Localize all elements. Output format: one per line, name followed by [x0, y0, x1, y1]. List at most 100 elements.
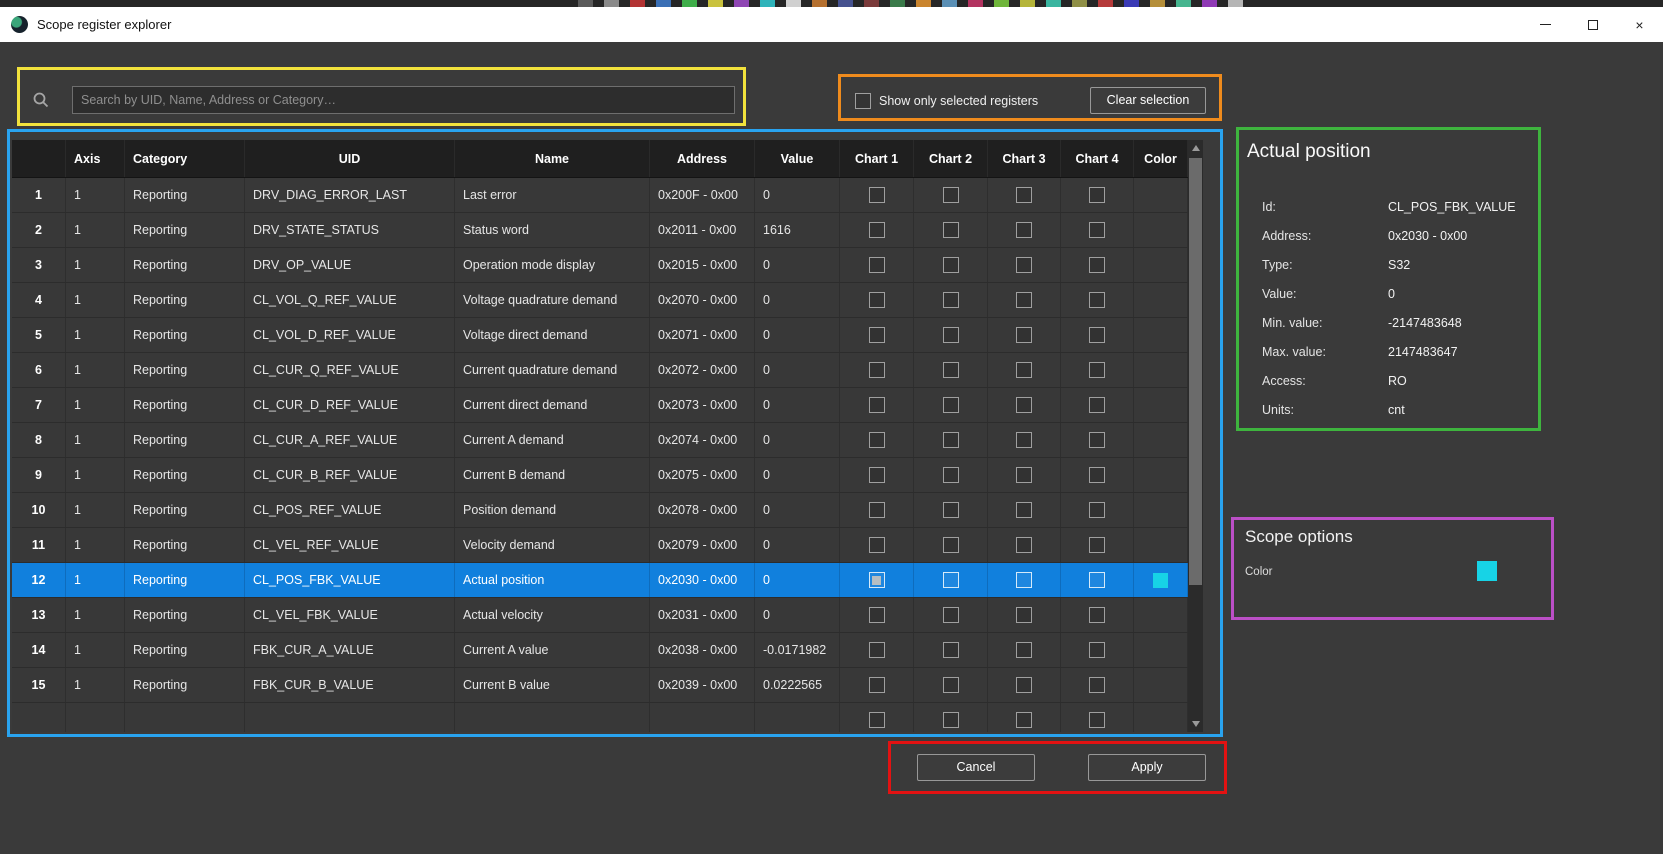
table-row[interactable]: 31ReportingDRV_OP_VALUEOperation mode di… [12, 248, 1188, 283]
chart-3-checkbox[interactable] [1016, 222, 1032, 238]
chart-1-checkbox[interactable] [869, 257, 885, 273]
chart-3-checkbox[interactable] [1016, 607, 1032, 623]
chart-2-checkbox[interactable] [943, 222, 959, 238]
column-header-chart-3[interactable]: Chart 3 [988, 140, 1061, 177]
chart-1-checkbox[interactable] [869, 572, 885, 588]
column-header-color[interactable]: Color [1134, 140, 1188, 177]
chart-2-checkbox[interactable] [943, 712, 959, 728]
column-header-address[interactable]: Address [650, 140, 755, 177]
scrollbar-thumb[interactable] [1189, 158, 1202, 585]
chart-4-checkbox[interactable] [1089, 257, 1105, 273]
table-row[interactable]: 121ReportingCL_POS_FBK_VALUEActual posit… [12, 563, 1188, 598]
chart-2-checkbox[interactable] [943, 537, 959, 553]
chart-4-checkbox[interactable] [1089, 432, 1105, 448]
column-header-uid[interactable]: UID [245, 140, 455, 177]
chart-1-checkbox[interactable] [869, 712, 885, 728]
chart-4-checkbox[interactable] [1089, 607, 1105, 623]
chart-1-checkbox[interactable] [869, 467, 885, 483]
chart-2-checkbox[interactable] [943, 432, 959, 448]
table-row[interactable]: 91ReportingCL_CUR_B_REF_VALUECurrent B d… [12, 458, 1188, 493]
chart-2-checkbox[interactable] [943, 572, 959, 588]
table-row[interactable]: 51ReportingCL_VOL_D_REF_VALUEVoltage dir… [12, 318, 1188, 353]
chart-3-checkbox[interactable] [1016, 187, 1032, 203]
table-row[interactable]: 41ReportingCL_VOL_Q_REF_VALUEVoltage qua… [12, 283, 1188, 318]
chart-3-checkbox[interactable] [1016, 572, 1032, 588]
chart-2-checkbox[interactable] [943, 257, 959, 273]
column-header-name[interactable]: Name [455, 140, 650, 177]
clear-selection-button[interactable]: Clear selection [1090, 87, 1206, 114]
chart-1-checkbox[interactable] [869, 327, 885, 343]
column-header-chart-2[interactable]: Chart 2 [914, 140, 988, 177]
chart-3-checkbox[interactable] [1016, 642, 1032, 658]
column-header-chart-4[interactable]: Chart 4 [1061, 140, 1134, 177]
chart-2-checkbox[interactable] [943, 397, 959, 413]
chart-4-checkbox[interactable] [1089, 327, 1105, 343]
scroll-up-button[interactable] [1188, 140, 1203, 156]
chart-2-checkbox[interactable] [943, 467, 959, 483]
chart-1-checkbox[interactable] [869, 432, 885, 448]
chart-3-checkbox[interactable] [1016, 362, 1032, 378]
cancel-button[interactable]: Cancel [917, 754, 1035, 781]
chart-2-checkbox[interactable] [943, 362, 959, 378]
chart-2-checkbox[interactable] [943, 187, 959, 203]
table-row[interactable]: 61ReportingCL_CUR_Q_REF_VALUECurrent qua… [12, 353, 1188, 388]
chart-4-checkbox[interactable] [1089, 292, 1105, 308]
chart-4-checkbox[interactable] [1089, 187, 1105, 203]
row-color-swatch[interactable] [1153, 573, 1168, 588]
chart-4-checkbox[interactable] [1089, 397, 1105, 413]
chart-4-checkbox[interactable] [1089, 222, 1105, 238]
column-header-category[interactable]: Category [125, 140, 245, 177]
table-row[interactable]: 11ReportingDRV_DIAG_ERROR_LASTLast error… [12, 178, 1188, 213]
column-header-chart-1[interactable]: Chart 1 [840, 140, 914, 177]
chart-1-checkbox[interactable] [869, 292, 885, 308]
vertical-scrollbar[interactable] [1188, 140, 1203, 732]
column-header-rownum[interactable] [12, 140, 66, 177]
chart-4-checkbox[interactable] [1089, 362, 1105, 378]
search-input[interactable] [72, 86, 735, 114]
minimize-button[interactable] [1522, 7, 1569, 42]
chart-1-checkbox[interactable] [869, 642, 885, 658]
table-row[interactable]: 111ReportingCL_VEL_REF_VALUEVelocity dem… [12, 528, 1188, 563]
show-only-selected-checkbox[interactable] [855, 93, 871, 109]
chart-4-checkbox[interactable] [1089, 572, 1105, 588]
chart-1-checkbox[interactable] [869, 222, 885, 238]
chart-1-checkbox[interactable] [869, 502, 885, 518]
table-row[interactable]: 101ReportingCL_POS_REF_VALUEPosition dem… [12, 493, 1188, 528]
chart-1-checkbox[interactable] [869, 397, 885, 413]
chart-3-checkbox[interactable] [1016, 677, 1032, 693]
chart-4-checkbox[interactable] [1089, 642, 1105, 658]
table-row[interactable]: 131ReportingCL_VEL_FBK_VALUEActual veloc… [12, 598, 1188, 633]
chart-1-checkbox[interactable] [869, 187, 885, 203]
table-row[interactable]: 21ReportingDRV_STATE_STATUSStatus word0x… [12, 213, 1188, 248]
chart-2-checkbox[interactable] [943, 502, 959, 518]
chart-3-checkbox[interactable] [1016, 257, 1032, 273]
table-row[interactable]: 71ReportingCL_CUR_D_REF_VALUECurrent dir… [12, 388, 1188, 423]
scope-color-swatch[interactable] [1477, 561, 1497, 581]
scroll-down-button[interactable] [1188, 716, 1203, 732]
maximize-button[interactable] [1569, 7, 1616, 42]
chart-1-checkbox[interactable] [869, 537, 885, 553]
chart-4-checkbox[interactable] [1089, 677, 1105, 693]
chart-2-checkbox[interactable] [943, 327, 959, 343]
table-row[interactable]: 141ReportingFBK_CUR_A_VALUECurrent A val… [12, 633, 1188, 668]
chart-2-checkbox[interactable] [943, 607, 959, 623]
chart-4-checkbox[interactable] [1089, 502, 1105, 518]
chart-3-checkbox[interactable] [1016, 712, 1032, 728]
close-button[interactable]: × [1616, 7, 1663, 42]
chart-3-checkbox[interactable] [1016, 292, 1032, 308]
chart-4-checkbox[interactable] [1089, 712, 1105, 728]
table-row[interactable]: 151ReportingFBK_CUR_B_VALUECurrent B val… [12, 668, 1188, 703]
chart-2-checkbox[interactable] [943, 677, 959, 693]
chart-1-checkbox[interactable] [869, 362, 885, 378]
chart-1-checkbox[interactable] [869, 677, 885, 693]
chart-3-checkbox[interactable] [1016, 502, 1032, 518]
chart-4-checkbox[interactable] [1089, 537, 1105, 553]
chart-1-checkbox[interactable] [869, 607, 885, 623]
table-row[interactable]: 81ReportingCL_CUR_A_REF_VALUECurrent A d… [12, 423, 1188, 458]
table-row[interactable] [12, 703, 1188, 732]
column-header-value[interactable]: Value [755, 140, 840, 177]
apply-button[interactable]: Apply [1088, 754, 1206, 781]
chart-3-checkbox[interactable] [1016, 537, 1032, 553]
column-header-axis[interactable]: Axis [66, 140, 125, 177]
chart-3-checkbox[interactable] [1016, 432, 1032, 448]
